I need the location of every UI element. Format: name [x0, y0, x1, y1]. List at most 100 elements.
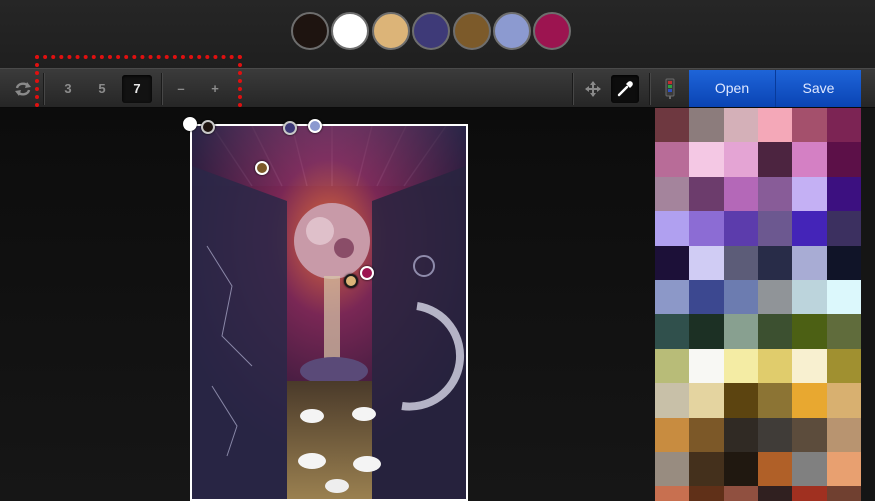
photo-image [192, 126, 466, 499]
color-cell[interactable] [723, 383, 758, 418]
picker-marker[interactable] [255, 161, 269, 175]
palette-swatch[interactable] [372, 12, 410, 50]
color-cell[interactable] [757, 451, 793, 487]
open-button[interactable]: Open [689, 70, 775, 107]
picker-marker[interactable] [283, 121, 297, 135]
highlight-annotation [35, 55, 242, 115]
color-cell[interactable] [655, 176, 690, 212]
color-cell[interactable] [655, 279, 690, 315]
color-cell[interactable] [757, 348, 793, 384]
color-cell[interactable] [723, 176, 758, 212]
color-cell[interactable] [826, 211, 861, 246]
color-cell[interactable] [826, 108, 861, 143]
color-cell[interactable] [723, 211, 758, 246]
refresh-icon [15, 82, 31, 96]
color-cell[interactable] [826, 451, 861, 487]
color-cell[interactable] [792, 108, 827, 143]
color-cell[interactable] [723, 142, 758, 177]
color-cell[interactable] [826, 383, 861, 418]
color-cell[interactable] [792, 211, 827, 246]
color-cell[interactable] [689, 486, 724, 501]
color-cell[interactable] [723, 279, 758, 315]
color-cell[interactable] [757, 383, 793, 418]
color-cell[interactable] [826, 176, 861, 212]
color-cell[interactable] [826, 348, 861, 384]
color-cell[interactable] [826, 417, 861, 452]
color-cell[interactable] [655, 211, 690, 246]
color-cell[interactable] [757, 142, 793, 177]
color-cell[interactable] [689, 314, 724, 349]
color-cell[interactable] [792, 486, 827, 501]
color-cell[interactable] [723, 451, 758, 487]
refresh-button[interactable] [9, 75, 37, 103]
color-cell[interactable] [826, 314, 861, 349]
color-cell[interactable] [689, 176, 724, 212]
color-tube-button[interactable] [656, 75, 684, 103]
palette-swatch[interactable] [331, 12, 369, 50]
picker-marker[interactable] [360, 266, 374, 280]
palette-swatch[interactable] [412, 12, 450, 50]
toolbar-divider [649, 73, 650, 105]
color-cell[interactable] [689, 383, 724, 418]
color-cell[interactable] [792, 176, 827, 212]
color-cell[interactable] [792, 417, 827, 452]
color-cell[interactable] [655, 451, 690, 487]
color-cell[interactable] [655, 417, 690, 452]
color-cell[interactable] [826, 279, 861, 315]
color-cell[interactable] [792, 279, 827, 315]
color-cell[interactable] [757, 176, 793, 212]
color-cell[interactable] [792, 383, 827, 418]
color-cell[interactable] [792, 314, 827, 349]
save-button[interactable]: Save [776, 70, 861, 107]
color-cell[interactable] [655, 314, 690, 349]
color-cell[interactable] [689, 279, 724, 315]
color-cell[interactable] [689, 451, 724, 487]
color-cell[interactable] [723, 108, 758, 143]
color-cell[interactable] [689, 245, 724, 280]
color-cell[interactable] [689, 348, 724, 384]
color-cell[interactable] [689, 417, 724, 452]
scrollbar-track[interactable] [861, 108, 875, 501]
color-cell[interactable] [655, 108, 690, 143]
color-cell[interactable] [792, 245, 827, 280]
picker-marker[interactable] [344, 274, 358, 288]
color-cell[interactable] [757, 486, 793, 501]
move-button[interactable] [579, 75, 607, 103]
color-cell[interactable] [723, 417, 758, 452]
color-cell[interactable] [757, 279, 793, 315]
color-cell[interactable] [689, 108, 724, 143]
color-cell[interactable] [723, 245, 758, 280]
color-cell[interactable] [757, 314, 793, 349]
color-cell[interactable] [757, 108, 793, 143]
color-cell[interactable] [655, 245, 690, 280]
color-cell[interactable] [689, 142, 724, 177]
palette-swatch[interactable] [493, 12, 531, 50]
picker-marker[interactable] [201, 120, 215, 134]
color-cell[interactable] [757, 417, 793, 452]
color-cell[interactable] [655, 486, 690, 501]
color-cell[interactable] [826, 142, 861, 177]
color-grid [655, 108, 861, 501]
color-cell[interactable] [655, 142, 690, 177]
color-cell[interactable] [655, 383, 690, 418]
color-cell[interactable] [655, 348, 690, 384]
eyedropper-button[interactable] [611, 75, 639, 103]
picker-marker[interactable] [308, 119, 322, 133]
color-cell[interactable] [723, 314, 758, 349]
color-cell[interactable] [757, 245, 793, 280]
palette-swatch[interactable] [533, 12, 571, 50]
toolbar-divider [572, 73, 573, 105]
palette-swatch[interactable] [291, 12, 329, 50]
color-cell[interactable] [757, 211, 793, 246]
color-cell[interactable] [792, 451, 827, 487]
picker-marker[interactable] [183, 117, 197, 131]
color-cell[interactable] [792, 142, 827, 177]
color-cell[interactable] [792, 348, 827, 384]
color-cell[interactable] [723, 486, 758, 501]
palette-swatch[interactable] [453, 12, 491, 50]
color-cell[interactable] [723, 348, 758, 384]
color-cell[interactable] [826, 245, 861, 280]
source-photo[interactable] [190, 124, 468, 501]
color-cell[interactable] [826, 486, 861, 501]
color-cell[interactable] [689, 211, 724, 246]
